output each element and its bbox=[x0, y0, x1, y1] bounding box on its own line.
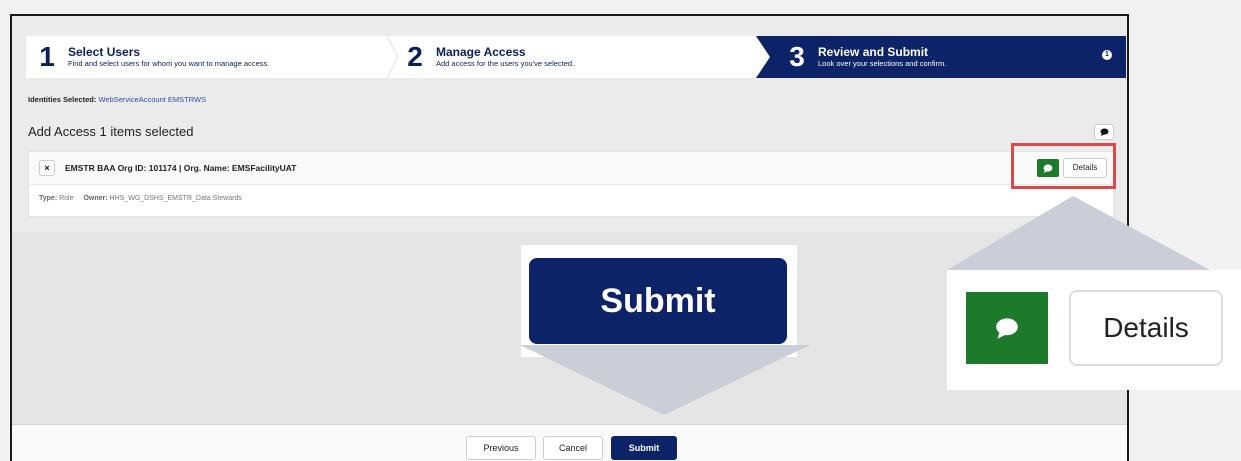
owner-label: Owner: bbox=[83, 195, 108, 202]
identities-value[interactable]: WebServiceAccount EMSTRWS bbox=[98, 95, 206, 104]
callout-details-button: Details bbox=[1069, 290, 1223, 366]
comment-icon bbox=[1100, 128, 1108, 136]
step-title: Review and Submit bbox=[818, 45, 929, 59]
step-subtitle: Find and select users for whom you want … bbox=[68, 59, 270, 68]
access-item-header: × EMSTR BAA Org ID: 101174 | Org. Name: … bbox=[29, 152, 1113, 185]
step-manage-access[interactable]: 2 Manage Access Add access for the users… bbox=[404, 36, 574, 78]
add-access-heading: Add Access 1 items selected bbox=[28, 124, 194, 139]
callout-submit-button: Submit bbox=[529, 258, 787, 344]
identities-label: Identities Selected: bbox=[28, 95, 97, 104]
comment-icon bbox=[996, 318, 1018, 339]
step-review-submit[interactable]: 3 Review and Submit Look over your selec… bbox=[756, 36, 1126, 78]
type-value: Role bbox=[59, 195, 74, 202]
submit-button[interactable]: Submit bbox=[611, 436, 677, 460]
step-number: 1 bbox=[39, 41, 55, 72]
step-divider bbox=[386, 36, 399, 78]
step-title: Manage Access bbox=[436, 45, 526, 59]
submit-callout-pointer bbox=[520, 345, 810, 415]
owner-value: HHS_WG_DSHS_EMSTR_Data Stewards bbox=[109, 195, 242, 202]
step-number: 3 bbox=[789, 41, 805, 72]
remove-item-button[interactable]: × bbox=[39, 160, 55, 176]
previous-button[interactable]: Previous bbox=[466, 436, 536, 460]
step-subtitle: Look over your selections and confirm. bbox=[818, 59, 947, 68]
access-item-title: EMSTR BAA Org ID: 101174 | Org. Name: EM… bbox=[65, 163, 297, 173]
identities-selected: Identities Selected: WebServiceAccount E… bbox=[28, 95, 206, 104]
callout-comment-button bbox=[966, 292, 1048, 364]
type-label: Type: bbox=[39, 195, 58, 202]
wizard-steps: 1 Select Users Find and select users for… bbox=[26, 36, 1126, 78]
step-select-users[interactable]: 1 Select Users Find and select users for… bbox=[36, 36, 269, 78]
highlight-box bbox=[1011, 143, 1116, 189]
notification-badge[interactable]: 1 bbox=[1102, 50, 1112, 60]
step-title: Select Users bbox=[68, 45, 141, 59]
comment-button[interactable] bbox=[1094, 124, 1114, 140]
step-number: 2 bbox=[407, 41, 423, 72]
step-subtitle: Add access for the users you've selected… bbox=[436, 59, 575, 68]
cancel-button[interactable]: Cancel bbox=[543, 436, 603, 460]
